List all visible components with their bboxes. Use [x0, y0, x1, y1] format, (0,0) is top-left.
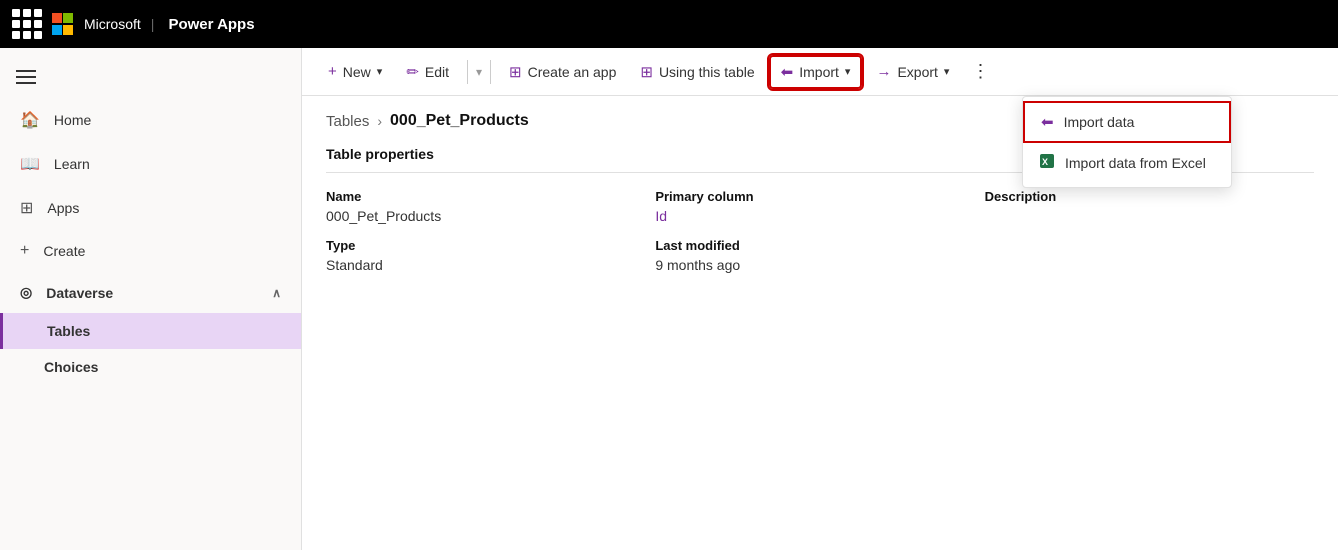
toolbar: + New ▾ ✏ Edit ▾ ⊞ Create an app ⊞ Using… [302, 48, 1338, 96]
export-button[interactable]: → Export ▾ [866, 57, 959, 86]
using-table-icon: ⊞ [640, 63, 653, 81]
create-app-button[interactable]: ⊞ Create an app [499, 57, 626, 87]
empty-value [985, 255, 1314, 281]
sidebar-item-choices[interactable]: Choices [0, 349, 301, 385]
create-icon: + [20, 242, 29, 260]
last-modified-value: 9 months ago [655, 255, 984, 281]
import-excel-item[interactable]: X Import data from Excel [1023, 143, 1231, 183]
sidebar-item-learn-label: Learn [54, 156, 90, 172]
apps-icon: ⊞ [20, 198, 33, 218]
learn-icon: 📖 [20, 154, 40, 174]
more-options-button[interactable]: ⋮ [963, 59, 997, 84]
sidebar-item-choices-label: Choices [44, 359, 98, 375]
type-value: Standard [326, 255, 655, 281]
import-data-item[interactable]: ⬅ Import data [1023, 101, 1231, 143]
breadcrumb-separator: › [377, 113, 382, 129]
edit-button-label: Edit [425, 64, 449, 80]
app-name: Power Apps [168, 16, 254, 33]
new-button[interactable]: + New ▾ [318, 57, 392, 86]
toolbar-divider-1 [467, 60, 468, 84]
type-label: Type [326, 232, 655, 255]
svg-text:X: X [1042, 157, 1048, 167]
name-label: Name [326, 183, 655, 206]
sidebar-item-learn[interactable]: 📖 Learn [0, 142, 301, 186]
edit-chevron-icon[interactable]: ▾ [476, 65, 482, 79]
import-icon: ⬅ [781, 63, 794, 81]
edit-button[interactable]: ✏ Edit [396, 57, 459, 87]
export-icon: → [876, 63, 891, 80]
new-button-label: New [343, 64, 371, 80]
sidebar-item-create[interactable]: + Create [0, 230, 301, 272]
create-app-button-label: Create an app [528, 64, 617, 80]
plus-icon: + [328, 63, 337, 80]
using-table-button-label: Using this table [659, 64, 755, 80]
import-dropdown-menu: ⬅ Import data X Import data from Excel [1022, 96, 1232, 188]
breadcrumb-parent[interactable]: Tables [326, 113, 369, 130]
topbar: Microsoft | Power Apps [0, 0, 1338, 48]
home-icon: 🏠 [20, 110, 40, 130]
sidebar: 🏠 Home 📖 Learn ⊞ Apps + Create ◎ Dataver… [0, 48, 302, 550]
import-button-label: Import [799, 64, 839, 80]
name-value: 000_Pet_Products [326, 206, 655, 232]
breadcrumb-current: 000_Pet_Products [390, 112, 529, 130]
primary-col-value: Id [655, 206, 984, 232]
sidebar-item-tables-label: Tables [47, 323, 90, 339]
main-content: + New ▾ ✏ Edit ▾ ⊞ Create an app ⊞ Using… [302, 48, 1338, 550]
props-grid: Name Primary column Description 000_Pet_… [326, 183, 1314, 281]
sidebar-item-dataverse[interactable]: ◎ Dataverse ∧ [0, 272, 301, 313]
import-data-icon: ⬅ [1041, 113, 1054, 131]
chevron-up-icon: ∧ [272, 286, 281, 300]
last-modified-label: Last modified [655, 232, 984, 255]
create-app-icon: ⊞ [509, 63, 522, 81]
import-excel-label: Import data from Excel [1065, 155, 1206, 171]
sidebar-item-dataverse-label: Dataverse [46, 285, 113, 301]
ms-word: Microsoft [84, 16, 141, 32]
sidebar-item-home-label: Home [54, 112, 91, 128]
empty-label [985, 232, 1314, 255]
description-value [985, 206, 1314, 232]
excel-icon: X [1039, 153, 1055, 173]
import-button[interactable]: ⬅ Import ▾ [769, 55, 863, 89]
sidebar-item-create-label: Create [43, 243, 85, 259]
microsoft-logo [52, 13, 74, 35]
sidebar-item-home[interactable]: 🏠 Home [0, 98, 301, 142]
sidebar-item-apps-label: Apps [47, 200, 79, 216]
sidebar-item-tables[interactable]: Tables [0, 313, 301, 349]
using-table-button[interactable]: ⊞ Using this table [630, 57, 764, 87]
dataverse-icon: ◎ [20, 284, 32, 301]
edit-icon: ✏ [406, 63, 419, 81]
export-chevron-icon: ▾ [944, 65, 950, 78]
import-data-label: Import data [1064, 114, 1135, 130]
hamburger-menu[interactable] [0, 56, 301, 98]
export-button-label: Export [897, 64, 937, 80]
new-chevron-icon: ▾ [377, 65, 383, 78]
primary-col-label: Primary column [655, 183, 984, 206]
sidebar-item-apps[interactable]: ⊞ Apps [0, 186, 301, 230]
toolbar-divider-2 [490, 60, 491, 84]
main-layout: 🏠 Home 📖 Learn ⊞ Apps + Create ◎ Dataver… [0, 48, 1338, 550]
apps-grid-icon[interactable] [12, 9, 42, 39]
import-chevron-icon: ▾ [845, 65, 851, 78]
